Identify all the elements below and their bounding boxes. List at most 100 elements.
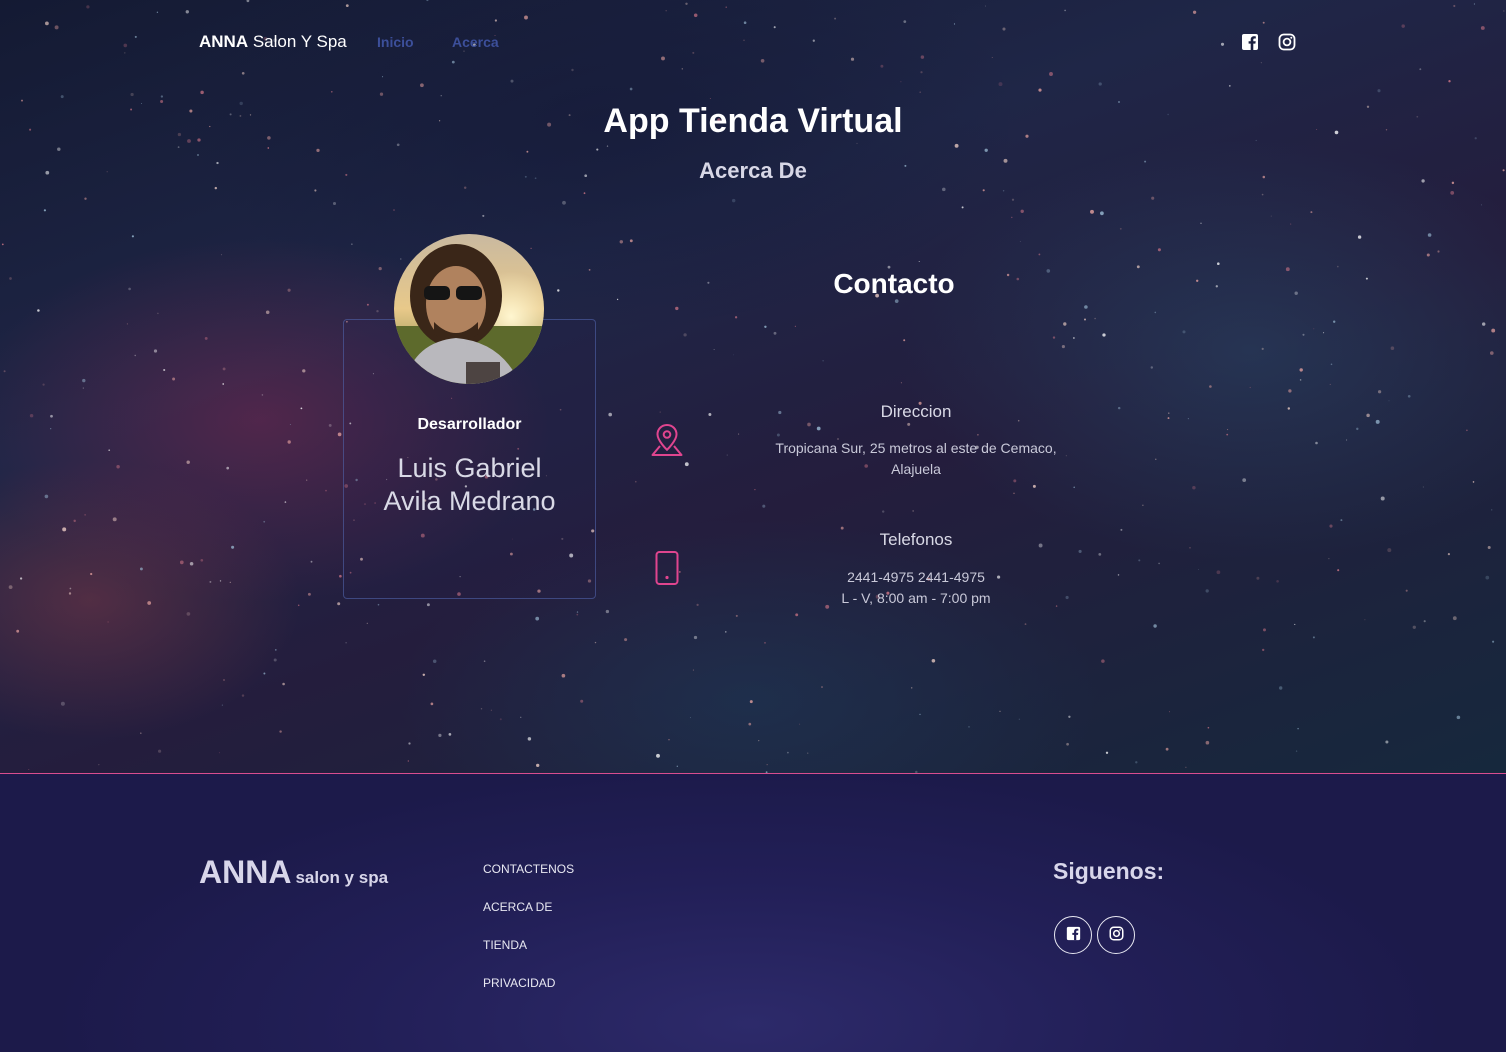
star — [725, 6, 727, 8]
star — [160, 95, 164, 98]
footer-link-tienda[interactable]: TIENDA — [483, 938, 527, 952]
star — [1011, 216, 1013, 219]
star — [535, 616, 540, 621]
developer-avatar — [394, 234, 544, 384]
instagram-icon[interactable] — [1278, 33, 1296, 51]
star — [426, 0, 429, 2]
star — [1207, 726, 1210, 729]
star — [68, 592, 72, 595]
star — [1365, 277, 1368, 280]
star — [229, 581, 231, 583]
star — [1295, 750, 1298, 752]
star — [912, 510, 914, 512]
star — [1337, 265, 1339, 268]
star — [499, 718, 502, 721]
star — [557, 289, 560, 292]
star — [910, 687, 913, 689]
facebook-icon[interactable] — [1241, 33, 1259, 51]
star — [153, 349, 158, 353]
star — [84, 197, 87, 200]
star — [920, 71, 923, 74]
star — [985, 5, 987, 7]
star — [758, 739, 760, 742]
phone-numbers: 2441-4975 2441-4975 — [847, 569, 985, 585]
star — [1401, 24, 1405, 28]
star — [316, 148, 320, 153]
star — [1423, 620, 1426, 623]
star — [158, 749, 162, 753]
star — [1154, 311, 1157, 314]
star — [1187, 418, 1189, 420]
developer-name: Luis Gabriel Avila Medrano — [343, 452, 596, 518]
star — [1388, 400, 1390, 402]
nav-link-acerca[interactable]: Acerca — [452, 34, 499, 50]
star — [1450, 191, 1455, 195]
footer-brand: ANNA salon y spa — [199, 854, 388, 891]
star — [28, 768, 30, 770]
star — [163, 368, 166, 372]
star — [157, 312, 159, 315]
star — [562, 200, 566, 205]
star — [1064, 9, 1066, 12]
star — [98, 764, 100, 766]
star — [1192, 10, 1197, 14]
star — [998, 82, 1003, 87]
star — [1002, 190, 1005, 192]
star — [1490, 351, 1494, 355]
star — [1078, 549, 1082, 553]
star — [339, 574, 342, 578]
star — [44, 494, 49, 499]
star — [919, 91, 922, 94]
footer-link-contactenos[interactable]: CONTACTENOS — [483, 862, 574, 876]
star — [1385, 740, 1389, 744]
star — [9, 277, 12, 280]
star — [693, 635, 698, 640]
star — [685, 2, 688, 6]
phone-text: 2441-4975 2441-4975 L - V, 8:00 am - 7:0… — [716, 567, 1116, 609]
navbar-brand[interactable]: ANNA Salon Y Spa — [199, 32, 347, 52]
star — [1066, 742, 1069, 746]
star — [1419, 68, 1422, 71]
star — [656, 753, 660, 758]
star — [1357, 235, 1362, 239]
nav-link-inicio[interactable]: Inicio — [377, 34, 414, 50]
star — [1038, 253, 1041, 256]
star — [407, 760, 409, 762]
star — [221, 704, 224, 706]
footer-link-acerca-de[interactable]: ACERCA DE — [483, 900, 552, 914]
footer-instagram-button[interactable] — [1097, 916, 1135, 954]
star — [432, 659, 437, 664]
star — [1422, 486, 1424, 488]
star — [734, 316, 738, 319]
star — [189, 562, 194, 566]
star — [440, 95, 442, 97]
star — [1323, 332, 1325, 334]
footer-facebook-button[interactable] — [1054, 916, 1092, 954]
star — [1157, 248, 1161, 252]
star — [735, 614, 738, 617]
star — [605, 609, 610, 614]
star — [684, 462, 689, 467]
star — [480, 708, 483, 710]
star — [1150, 366, 1154, 369]
page-title: App Tienda Virtual — [603, 102, 903, 140]
star — [1279, 686, 1283, 690]
developer-name-line1: Luis Gabriel — [397, 453, 542, 483]
star — [527, 737, 532, 741]
star — [681, 68, 683, 70]
star — [822, 360, 824, 362]
star — [287, 288, 291, 292]
star — [54, 25, 59, 30]
star — [696, 603, 699, 607]
star — [954, 143, 959, 148]
star — [408, 742, 411, 745]
star — [816, 426, 821, 431]
star — [261, 394, 264, 396]
footer-link-privacidad[interactable]: PRIVACIDAD — [483, 976, 555, 990]
star — [526, 150, 529, 153]
star — [713, 348, 715, 350]
star — [1290, 223, 1292, 225]
star — [999, 710, 1001, 712]
star — [231, 545, 235, 549]
star — [766, 764, 768, 766]
